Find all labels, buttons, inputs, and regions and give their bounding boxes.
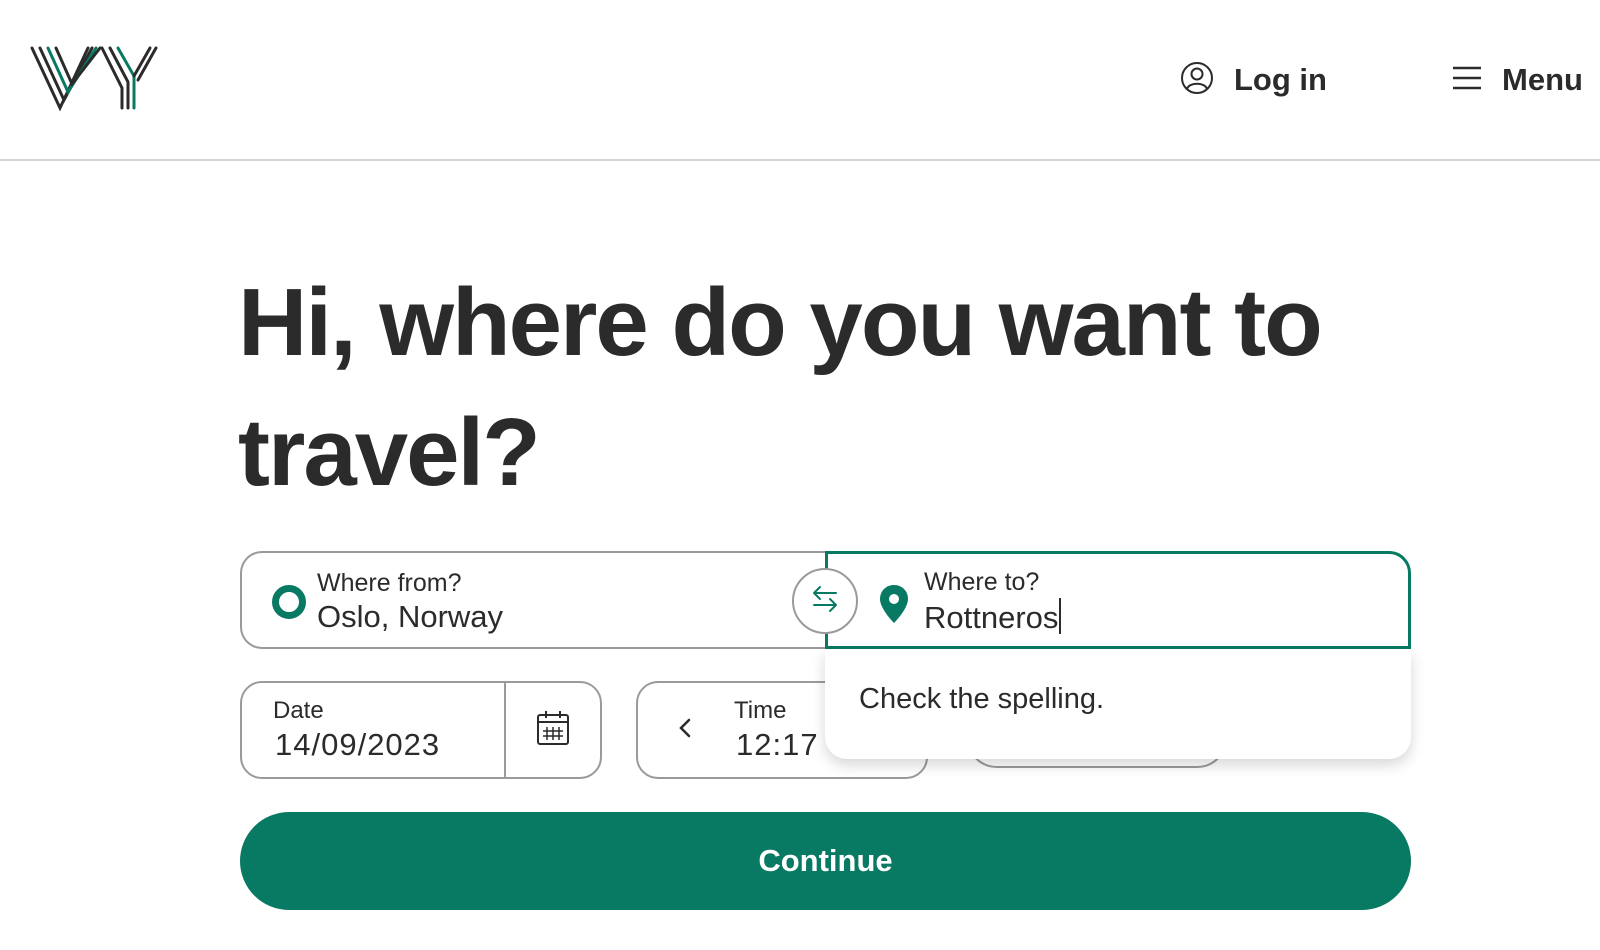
vy-logo[interactable]	[30, 42, 160, 114]
date-label: Date	[273, 697, 324, 724]
login-button[interactable]: Log in	[1180, 58, 1327, 102]
hamburger-icon	[1452, 65, 1482, 96]
date-field[interactable]: Date 14/09/2023	[240, 681, 602, 779]
from-label: Where from?	[317, 569, 462, 597]
spelling-hint: Check the spelling.	[859, 683, 1105, 715]
swap-button[interactable]	[792, 568, 858, 634]
menu-label: Menu	[1502, 62, 1583, 97]
location-pin-icon	[878, 584, 910, 624]
to-input[interactable]: Rottneros	[924, 598, 1062, 636]
to-label: Where to?	[924, 568, 1040, 596]
swap-arrows-icon	[808, 582, 842, 621]
chevron-left-icon	[678, 718, 692, 743]
calendar-button[interactable]	[504, 683, 600, 777]
suggestions-dropdown: Check the spelling.	[825, 649, 1411, 759]
from-field[interactable]: Where from? Oslo, Norway	[240, 551, 830, 649]
menu-button[interactable]: Menu	[1452, 58, 1583, 102]
page-title: Hi, where do you want to travel?	[238, 269, 1323, 506]
time-label: Time	[734, 697, 787, 724]
user-circle-icon	[1180, 61, 1214, 100]
to-field[interactable]: Where to? Rottneros	[825, 551, 1411, 649]
continue-button[interactable]: Continue	[240, 812, 1411, 910]
time-input[interactable]: 12:17	[736, 727, 819, 763]
site-header: Log in Menu	[0, 0, 1600, 161]
text-caret	[1059, 598, 1062, 634]
from-input[interactable]: Oslo, Norway	[317, 599, 503, 635]
origin-circle-icon	[272, 585, 306, 619]
login-label: Log in	[1234, 62, 1327, 97]
time-prev-button[interactable]	[668, 713, 702, 747]
date-input[interactable]: 14/09/2023	[275, 727, 440, 763]
to-input-value: Rottneros	[924, 600, 1059, 635]
calendar-icon	[536, 710, 570, 751]
